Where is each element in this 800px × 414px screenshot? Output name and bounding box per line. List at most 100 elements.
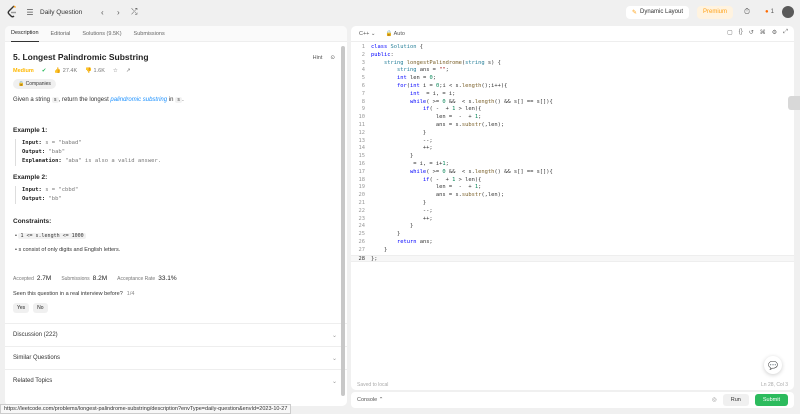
code-text[interactable]: return ans; (371, 239, 433, 247)
reset-icon[interactable]: ↺ (749, 29, 754, 36)
code-line[interactable]: 25 } (351, 231, 794, 239)
leetcode-logo-icon[interactable] (6, 5, 18, 19)
related-topics-accordion[interactable]: Related Topics ⌄ (5, 369, 347, 392)
code-text[interactable]: } (371, 247, 387, 255)
code-text[interactable]: } (371, 231, 400, 239)
code-text[interactable]: public: (371, 52, 394, 60)
chat-icon[interactable]: 💬 (764, 356, 782, 374)
code-line[interactable]: 22 --; (351, 208, 794, 216)
code-text[interactable]: ans = s.substr(,len); (371, 192, 504, 200)
code-text[interactable]: } (371, 130, 426, 138)
favorite-star-icon[interactable]: ☆ (113, 68, 118, 74)
code-line[interactable]: 20 ans = s.substr(,len); (351, 192, 794, 200)
auto-mode-toggle[interactable]: 🔒 Auto (386, 31, 405, 37)
companies-tag[interactable]: 🔒 Companies (13, 79, 56, 89)
code-line[interactable]: 18 if( - + 1 > len){ (351, 177, 794, 185)
code-line[interactable]: 4 string ans = ""; (351, 67, 794, 75)
code-line[interactable]: 9 if( - + 1 > len){ (351, 106, 794, 114)
notes-icon[interactable]: ▢ (727, 29, 733, 36)
code-text[interactable]: ans = s.substr(,len); (371, 122, 504, 130)
prev-problem-icon[interactable]: ‹ (96, 6, 108, 18)
code-text[interactable]: int len = 0; (371, 75, 436, 83)
code-upload-icon[interactable]: ◎ (712, 397, 717, 403)
code-editor[interactable]: 1 class Solution {2 public: 3 string longes… (351, 44, 794, 263)
code-line[interactable]: 1 class Solution { (351, 44, 794, 52)
like-button[interactable]: 👍 27.4K (54, 68, 77, 74)
yes-button[interactable]: Yes (13, 303, 30, 313)
discussion-accordion[interactable]: Discussion (222) ⌄ (5, 323, 347, 346)
share-icon[interactable]: ↗ (126, 68, 131, 74)
code-line[interactable]: 5 int len = 0; (351, 75, 794, 83)
fullscreen-icon[interactable]: ⤢ (783, 29, 788, 36)
code-line[interactable]: 23 ++; (351, 216, 794, 224)
code-line[interactable]: 19 len = - + 1; (351, 184, 794, 192)
tab-solutions[interactable]: Solutions (9.5K) (82, 26, 121, 42)
tab-editorial[interactable]: Editorial (51, 26, 71, 42)
problem-title[interactable]: 5. Longest Palindromic Substring (13, 52, 339, 62)
code-line[interactable]: 24 } (351, 223, 794, 231)
code-text[interactable]: len = - + 1; (371, 114, 481, 122)
tab-submissions[interactable]: Submissions (134, 26, 165, 42)
code-text[interactable]: for(int i = 0;i < s.length();i++){ (371, 83, 507, 91)
code-line[interactable]: 26 return ans; (351, 239, 794, 247)
run-button[interactable]: Run (722, 394, 749, 406)
streak-counter[interactable]: ● 1 (765, 9, 774, 15)
code-line[interactable]: 3 string longestPalindrome(string s) { (351, 60, 794, 68)
code-text[interactable]: = i, = i+1; (371, 161, 449, 169)
settings-icon[interactable]: ⚙ (772, 29, 777, 36)
code-line[interactable]: 28}; (351, 254, 794, 263)
code-text[interactable]: len = - + 1; (371, 184, 481, 192)
tab-description[interactable]: Description (11, 26, 39, 42)
code-text[interactable]: } (371, 200, 426, 208)
code-line[interactable]: 6 for(int i = 0;i < s.length();i++){ (351, 83, 794, 91)
code-line[interactable]: 17 while( >= 0 && < s.length() && s[] ==… (351, 169, 794, 177)
console-button[interactable]: Console ⌃ (357, 397, 383, 403)
similar-questions-accordion[interactable]: Similar Questions ⌄ (5, 346, 347, 369)
dislike-button[interactable]: 👎 1.6K (85, 68, 105, 74)
hint-button[interactable]: Hint (313, 55, 323, 61)
code-text[interactable]: ++; (371, 216, 433, 224)
code-text[interactable]: --; (371, 208, 433, 216)
code-text[interactable]: } (371, 223, 413, 231)
braces-icon[interactable]: {} (739, 29, 743, 36)
code-line[interactable]: 10 len = - + 1; (351, 114, 794, 122)
description-scrollbar[interactable] (341, 46, 345, 396)
side-panel-handle[interactable] (788, 96, 800, 110)
code-text[interactable]: class Solution { (371, 44, 423, 52)
code-text[interactable]: int = i, = i; (371, 91, 455, 99)
dynamic-layout-button[interactable]: ✎ Dynamic Layout (625, 5, 690, 19)
next-problem-icon[interactable]: › (112, 6, 124, 18)
code-text[interactable]: while( >= 0 && < s.length() && s[] == s[… (371, 99, 553, 107)
nav-title[interactable]: Daily Question (40, 9, 82, 16)
code-line[interactable]: 2 public: (351, 52, 794, 60)
shuffle-icon[interactable]: ⤮ (128, 6, 140, 18)
code-text[interactable]: }; (371, 256, 378, 262)
code-line[interactable]: 13 --; (351, 138, 794, 146)
code-text[interactable]: } (371, 153, 413, 161)
code-text[interactable]: --; (371, 138, 433, 146)
code-line[interactable]: 21 } (351, 200, 794, 208)
premium-button[interactable]: Premium (697, 5, 734, 19)
language-select[interactable]: C++ ⌄ (359, 31, 376, 37)
code-line[interactable]: 14 ++; (351, 145, 794, 153)
code-text[interactable]: ++; (371, 145, 433, 153)
code-text[interactable]: if( - + 1 > len){ (371, 106, 481, 114)
no-button[interactable]: No (33, 303, 48, 313)
avatar[interactable] (782, 6, 794, 18)
submit-button[interactable]: Submit (754, 394, 788, 406)
code-line[interactable]: 7 int = i, = i; (351, 91, 794, 99)
code-line[interactable]: 12 } (351, 130, 794, 138)
code-line[interactable]: 16 = i, = i+1; (351, 161, 794, 169)
code-text[interactable]: string longestPalindrome(string s) { (371, 60, 501, 68)
code-text[interactable]: if( - + 1 > len){ (371, 177, 481, 185)
settings-circle-icon[interactable]: ⊙ (330, 55, 335, 61)
code-line[interactable]: 8 while( >= 0 && < s.length() && s[] == … (351, 99, 794, 107)
code-line[interactable]: 11 ans = s.substr(,len); (351, 122, 794, 130)
problem-list-icon[interactable]: ☰ (24, 6, 36, 18)
shortcuts-icon[interactable]: ⌘ (760, 29, 766, 36)
code-line[interactable]: 15 } (351, 153, 794, 161)
timer-icon[interactable]: ⏱ (741, 6, 753, 18)
code-text[interactable]: while( >= 0 && < s.length() && s[] == s[… (371, 169, 553, 177)
code-line[interactable]: 27 } (351, 247, 794, 255)
palindromic-substring-link[interactable]: palindromic substring (110, 97, 167, 103)
